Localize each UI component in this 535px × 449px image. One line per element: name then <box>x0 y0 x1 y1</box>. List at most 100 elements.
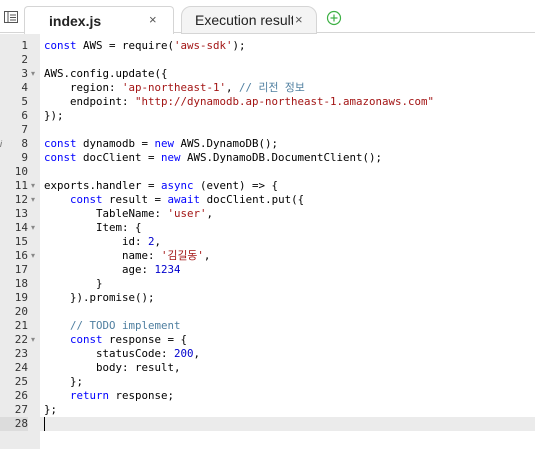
code-token: name: <box>44 249 162 262</box>
code-line[interactable] <box>44 305 534 319</box>
code-line[interactable]: name: '김길동', <box>44 249 534 263</box>
code-line[interactable]: region: 'ap-northeast-1', // 리전 정보 <box>44 81 534 95</box>
tab-label: index.js <box>49 12 102 29</box>
code-token: return <box>70 389 110 402</box>
code-line[interactable]: } <box>44 277 534 291</box>
code-token: }); <box>44 109 64 122</box>
code-token: async <box>161 179 194 192</box>
code-line[interactable]: body: result, <box>44 361 534 375</box>
tab-execution-results[interactable]: Execution results × <box>181 6 317 34</box>
code-line[interactable]: statusCode: 200, <box>44 347 534 361</box>
code-token: new <box>161 151 181 164</box>
code-line[interactable] <box>44 53 534 67</box>
code-line[interactable]: age: 1234 <box>44 263 534 277</box>
line-number: 7 <box>21 123 28 136</box>
code-token: exports.handler = <box>44 179 162 192</box>
code-token: region: <box>44 81 123 94</box>
line-number: 6 <box>21 109 28 122</box>
close-icon[interactable]: × <box>295 12 303 28</box>
code-line[interactable]: TableName: 'user', <box>44 207 534 221</box>
tab-bar: index.js × Execution results × <box>0 0 535 34</box>
line-number: 18 <box>14 277 28 290</box>
code-token: AWS.DynamoDB(); <box>174 137 279 150</box>
code-token: id: <box>44 235 149 248</box>
fold-toggle-icon[interactable]: ▾ <box>31 333 35 347</box>
code-token: Item: { <box>44 221 142 234</box>
code-line[interactable]: exports.handler = async (event) => { <box>44 179 534 193</box>
code-token: TableName: <box>44 207 168 220</box>
line-number: 22 <box>14 333 28 346</box>
code-token: 200 <box>174 347 194 360</box>
code-token: , <box>206 207 214 220</box>
line-number: 25 <box>14 375 28 388</box>
code-token: "http://dynamodb.ap-northeast-1.amazonaw… <box>135 95 435 108</box>
line-number: 27 <box>14 403 28 416</box>
code-line[interactable]: Item: { <box>44 221 534 235</box>
code-token: }; <box>44 403 58 416</box>
code-line[interactable] <box>44 165 534 179</box>
code-line[interactable]: // TODO implement <box>44 319 534 333</box>
code-line[interactable]: }); <box>44 109 534 123</box>
code-line[interactable]: const dynamodb = new AWS.DynamoDB(); <box>44 137 534 151</box>
line-number: 26 <box>14 389 28 402</box>
code-line[interactable]: const result = await docClient.put({ <box>44 193 534 207</box>
fold-toggle-icon[interactable]: ▾ <box>31 67 35 81</box>
line-number: 21 <box>14 319 28 332</box>
panel-toggle-icon[interactable] <box>4 11 18 23</box>
line-number: 11 <box>14 179 28 192</box>
fold-toggle-icon[interactable]: ▾ <box>31 249 35 263</box>
code-line[interactable]: }; <box>44 375 534 389</box>
line-number: 19 <box>14 291 28 304</box>
code-token: const <box>70 333 103 346</box>
code-token: '김길동' <box>161 249 204 262</box>
code-token: , <box>193 347 201 360</box>
code-token: await <box>167 193 201 206</box>
line-number: 3 <box>21 67 28 80</box>
code-line[interactable]: const AWS = require('aws-sdk'); <box>44 39 534 53</box>
code-token: }).promise(); <box>44 291 155 304</box>
code-token: new <box>154 137 175 150</box>
code-line[interactable]: id: 2, <box>44 235 534 249</box>
code-line[interactable]: AWS.config.update({ <box>44 67 534 81</box>
line-number: 1 <box>21 39 28 52</box>
code-token: AWS.config.update({ <box>44 67 168 80</box>
code-line[interactable]: }; <box>44 403 534 417</box>
code-line[interactable] <box>44 417 534 431</box>
tab-label: Execution results <box>195 12 293 28</box>
code-token: const <box>70 193 103 206</box>
code-token: body: result, <box>44 361 181 374</box>
code-token: docClient = <box>76 151 162 164</box>
code-line[interactable]: const docClient = new AWS.DynamoDB.Docum… <box>44 151 534 165</box>
line-number: 16 <box>14 249 28 262</box>
code-line[interactable]: endpoint: "http://dynamodb.ap-northeast-… <box>44 95 534 109</box>
fold-toggle-icon[interactable]: ▾ <box>31 179 35 193</box>
code-token: result = <box>102 193 168 206</box>
code-line[interactable]: }).promise(); <box>44 291 534 305</box>
code-token: const <box>44 137 77 150</box>
code-line[interactable] <box>44 123 534 137</box>
code-token: docClient.put({ <box>200 193 305 206</box>
code-token: const <box>44 39 77 52</box>
code-token: response = { <box>102 333 188 346</box>
close-icon[interactable]: × <box>149 12 157 28</box>
code-line[interactable]: return response; <box>44 389 534 403</box>
code-token: const <box>44 151 77 164</box>
fold-toggle-icon[interactable]: ▾ <box>31 193 35 207</box>
line-number: 4 <box>21 81 28 94</box>
code-token: ); <box>232 39 246 52</box>
line-number: 17 <box>14 263 28 276</box>
code-token: statusCode: <box>44 347 175 360</box>
code-area[interactable]: const AWS = require('aws-sdk'); AWS.confi… <box>40 34 535 449</box>
code-token: , <box>154 235 162 248</box>
fold-toggle-icon[interactable]: ▾ <box>31 221 35 235</box>
info-annotation-icon[interactable]: i <box>0 137 2 151</box>
code-editor[interactable]: 1 2 3 ▾ 4 5 6 7 8 i 9 10 11 ▾ 12 ▾ 13 14 ▾ 15 16 ▾ 17 18 19 20 21 2… <box>0 34 535 449</box>
code-token: , <box>203 249 211 262</box>
line-number: 5 <box>21 95 28 108</box>
tab-index-js[interactable]: index.js × <box>24 6 174 34</box>
add-tab-icon[interactable] <box>326 10 342 26</box>
code-token: 'user' <box>167 207 207 220</box>
code-line[interactable]: const response = { <box>44 333 534 347</box>
